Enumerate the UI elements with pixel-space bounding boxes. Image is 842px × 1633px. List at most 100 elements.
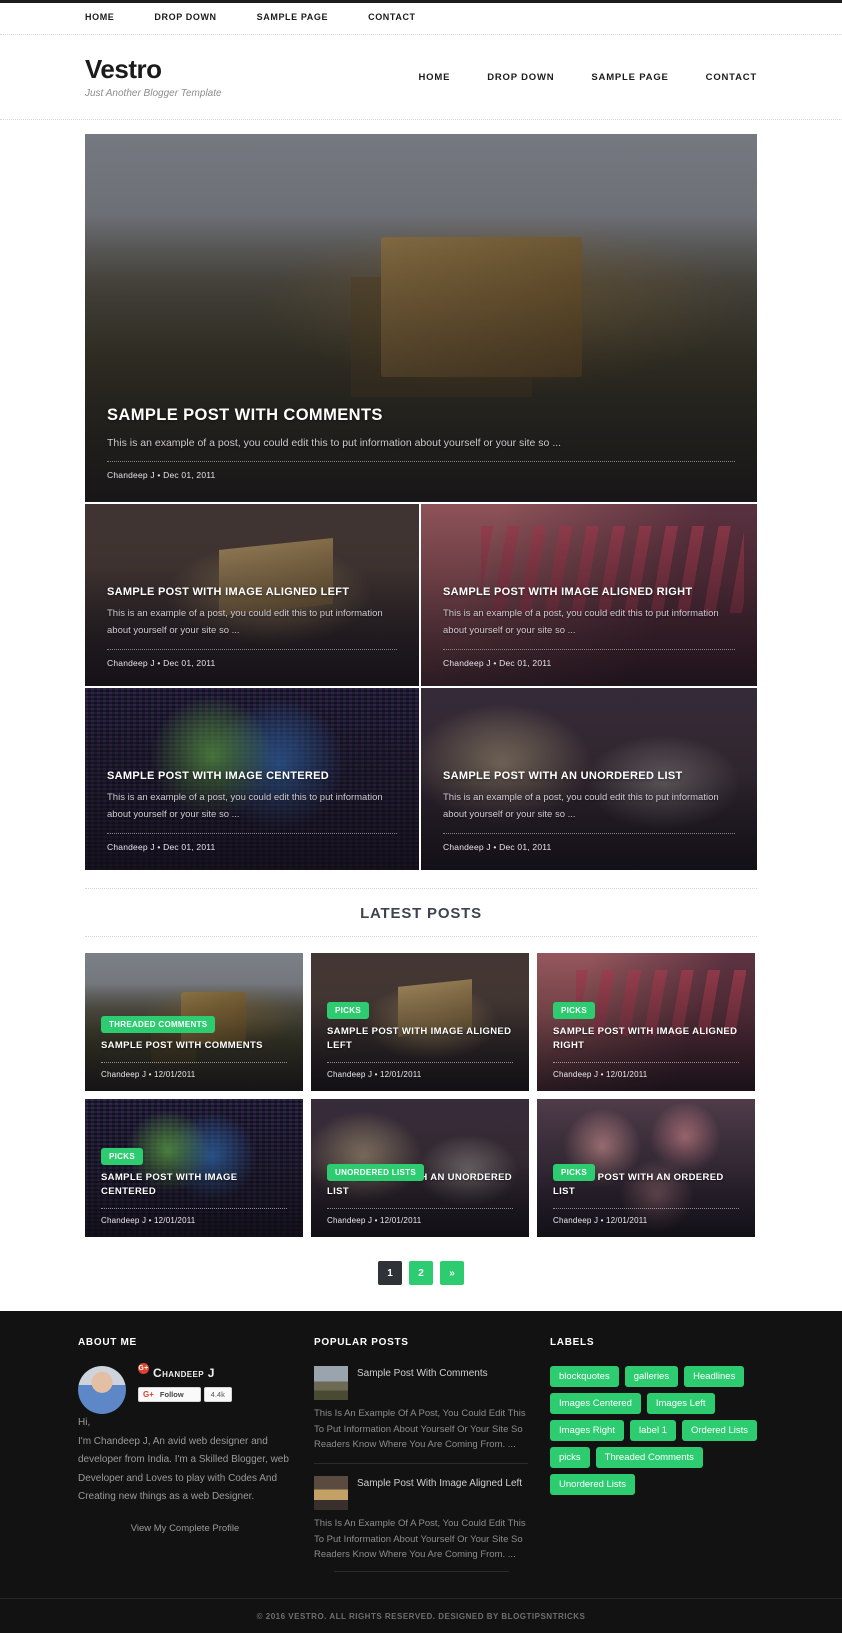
about-bio: Hi, I'm Chandeep J, An avid web designer…: [78, 1414, 292, 1507]
author-name: Chandeep J: [153, 1366, 215, 1380]
popular-post-title[interactable]: Sample Post With Image Aligned Left: [357, 1476, 522, 1491]
copyright-bar: © 2016 VESTRO. ALL RIGHTS RESERVED. DESI…: [0, 1598, 842, 1633]
card-meta: Chandeep J • 12/01/2011: [553, 1208, 739, 1225]
topnav-item-contact[interactable]: CONTACT: [368, 12, 416, 22]
featured-post-unordered-list[interactable]: SAMPLE POST WITH AN UNORDERED LIST This …: [421, 688, 757, 870]
post-card[interactable]: PICKS SAMPLE POST WITH IMAGE ALIGNED RIG…: [537, 953, 755, 1091]
featured-post-image-centered[interactable]: SAMPLE POST WITH IMAGE CENTERED This is …: [85, 688, 419, 870]
card-category-badge[interactable]: PICKS: [327, 1001, 369, 1019]
post-card[interactable]: THREADED COMMENTS SAMPLE POST WITH COMME…: [85, 953, 303, 1091]
card-meta: Chandeep J • 12/01/2011: [327, 1062, 513, 1079]
author-name-row: G+ Chandeep J: [138, 1362, 292, 1380]
footer-popular-posts-widget: POPULAR POSTS Sample Post With Comments …: [314, 1337, 528, 1563]
post-title[interactable]: SAMPLE POST WITH IMAGE ALIGNED LEFT: [107, 586, 397, 598]
footer-labels-widget: LABELS blockquotes galleries Headlines I…: [550, 1337, 764, 1563]
popular-post-excerpt: This Is An Example Of A Post, You Could …: [314, 1408, 526, 1451]
nav-item-home[interactable]: HOME: [419, 72, 451, 83]
google-plus-follow-widget: G+ Follow 4.4k: [138, 1387, 292, 1402]
popular-post-excerpt: This Is An Example Of A Post, You Could …: [314, 1518, 526, 1561]
site-branding[interactable]: Vestro Just Another Blogger Template: [85, 55, 222, 99]
post-excerpt: This is an example of a post, you could …: [443, 791, 719, 821]
card-category-badge[interactable]: UNORDERED LISTS: [327, 1164, 424, 1181]
pagination-page-1[interactable]: 1: [378, 1261, 402, 1285]
card-meta: Chandeep J • 12/01/2011: [101, 1208, 287, 1225]
view-profile-link[interactable]: View My Complete Profile: [78, 1523, 292, 1534]
follow-button[interactable]: G+ Follow: [138, 1387, 201, 1402]
post-card[interactable]: PICKS SAMPLE POST WITH AN ORDERED LIST C…: [537, 1099, 755, 1237]
footer-rule: [333, 1571, 509, 1573]
pagination-page-2[interactable]: 2: [409, 1261, 433, 1285]
post-title[interactable]: SAMPLE POST WITH AN UNORDERED LIST: [443, 770, 735, 782]
popular-post-title[interactable]: Sample Post With Comments: [357, 1366, 488, 1381]
featured-posts-grid: SAMPLE POST WITH COMMENTS This is an exa…: [85, 134, 757, 870]
label-tag[interactable]: label 1: [629, 1420, 676, 1441]
post-meta: Chandeep J • Dec 01, 2011: [107, 833, 397, 852]
popular-post-thumbnail: [314, 1366, 348, 1400]
top-accent-bar: [0, 0, 842, 3]
featured-post-image-aligned-right[interactable]: SAMPLE POST WITH IMAGE ALIGNED RIGHT Thi…: [421, 504, 757, 686]
hero-post-title[interactable]: SAMPLE POST WITH COMMENTS: [107, 406, 735, 425]
featured-hero-post[interactable]: SAMPLE POST WITH COMMENTS This is an exa…: [85, 134, 757, 502]
nav-item-drop-down[interactable]: DROP DOWN: [487, 72, 554, 83]
main-navigation: HOME DROP DOWN SAMPLE PAGE CONTACT: [382, 72, 758, 83]
card-meta: Chandeep J • 12/01/2011: [553, 1062, 739, 1079]
site-title: Vestro: [85, 54, 162, 85]
label-tag[interactable]: Images Centered: [550, 1393, 641, 1414]
nav-item-contact[interactable]: CONTACT: [706, 72, 757, 83]
card-title[interactable]: SAMPLE POST WITH IMAGE ALIGNED RIGHT: [553, 1025, 739, 1054]
label-tag[interactable]: Images Right: [550, 1420, 624, 1441]
google-plus-icon: G+: [138, 1362, 149, 1374]
pagination-next-button[interactable]: »: [440, 1261, 464, 1285]
label-tag[interactable]: Images Left: [646, 1393, 715, 1414]
card-category-badge[interactable]: PICKS: [553, 1164, 595, 1181]
post-title[interactable]: SAMPLE POST WITH IMAGE CENTERED: [107, 770, 397, 782]
post-meta: Chandeep J • Dec 01, 2011: [443, 649, 735, 668]
post-card[interactable]: PICKS SAMPLE POST WITH IMAGE ALIGNED LEF…: [311, 953, 529, 1091]
label-tag[interactable]: Threaded Comments: [595, 1447, 703, 1468]
popular-posts-heading: POPULAR POSTS: [314, 1337, 409, 1348]
label-tag[interactable]: galleries: [624, 1366, 679, 1387]
about-greeting: Hi,: [78, 1417, 91, 1428]
card-category-badge[interactable]: PICKS: [101, 1147, 143, 1165]
topnav-item-home[interactable]: HOME: [85, 12, 114, 22]
post-excerpt: This is an example of a post, you could …: [443, 607, 719, 637]
post-card[interactable]: PICKS SAMPLE POST WITH IMAGE CENTERED Ch…: [85, 1099, 303, 1237]
label-tag[interactable]: Unordered Lists: [550, 1474, 636, 1495]
card-meta: Chandeep J • 12/01/2011: [101, 1062, 287, 1079]
latest-posts-heading: LATEST POSTS: [360, 905, 482, 922]
site-tagline: Just Another Blogger Template: [85, 87, 222, 99]
label-tag[interactable]: picks: [550, 1447, 590, 1468]
post-card[interactable]: UNORDERED LISTS SAMPLE POST WITH AN UNOR…: [311, 1099, 529, 1237]
label-tag-list: blockquotes galleries Headlines Images C…: [550, 1366, 764, 1495]
avatar: [78, 1366, 126, 1414]
topnav-item-sample-page[interactable]: SAMPLE PAGE: [257, 12, 328, 22]
popular-posts-divider: [314, 1463, 528, 1465]
label-tag[interactable]: blockquotes: [550, 1366, 619, 1387]
card-category-badge[interactable]: PICKS: [553, 1001, 595, 1019]
nav-item-sample-page[interactable]: SAMPLE PAGE: [591, 72, 668, 83]
featured-post-image-aligned-left[interactable]: SAMPLE POST WITH IMAGE ALIGNED LEFT This…: [85, 504, 419, 686]
pagination: 1 2 »: [85, 1237, 757, 1311]
google-plus-icon: G+: [143, 1390, 154, 1399]
card-title[interactable]: SAMPLE POST WITH COMMENTS: [101, 1039, 287, 1054]
popular-post-item[interactable]: Sample Post With Image Aligned Left: [314, 1476, 528, 1511]
card-title[interactable]: SAMPLE POST WITH IMAGE CENTERED: [101, 1171, 287, 1200]
card-title[interactable]: SAMPLE POST WITH IMAGE ALIGNED LEFT: [327, 1025, 513, 1054]
footer-about-widget: ABOUT ME G+ Chandeep J G+ Follow 4.4k Hi…: [78, 1337, 292, 1563]
label-tag[interactable]: Headlines: [684, 1366, 745, 1387]
site-footer: ABOUT ME G+ Chandeep J G+ Follow 4.4k Hi…: [0, 1311, 842, 1633]
labels-heading: LABELS: [550, 1337, 595, 1348]
card-category-badge[interactable]: THREADED COMMENTS: [101, 1016, 216, 1034]
label-tag[interactable]: Ordered Lists: [681, 1420, 758, 1441]
hero-post-excerpt: This is an example of a post, you could …: [107, 436, 562, 449]
hero-post-meta: Chandeep J • Dec 01, 2011: [107, 461, 735, 480]
follower-count: 4.4k: [203, 1387, 232, 1402]
popular-post-thumbnail: [314, 1476, 348, 1511]
card-meta: Chandeep J • 12/01/2011: [327, 1208, 513, 1225]
latest-posts-section: LATEST POSTS THREADED COMMENTS SAMPLE PO…: [85, 888, 757, 1311]
post-excerpt: This is an example of a post, you could …: [107, 791, 383, 821]
topnav-item-drop-down[interactable]: DROP DOWN: [154, 12, 216, 22]
popular-post-item[interactable]: Sample Post With Comments: [314, 1366, 528, 1400]
site-header: Vestro Just Another Blogger Template HOM…: [0, 35, 842, 120]
post-title[interactable]: SAMPLE POST WITH IMAGE ALIGNED RIGHT: [443, 586, 735, 598]
